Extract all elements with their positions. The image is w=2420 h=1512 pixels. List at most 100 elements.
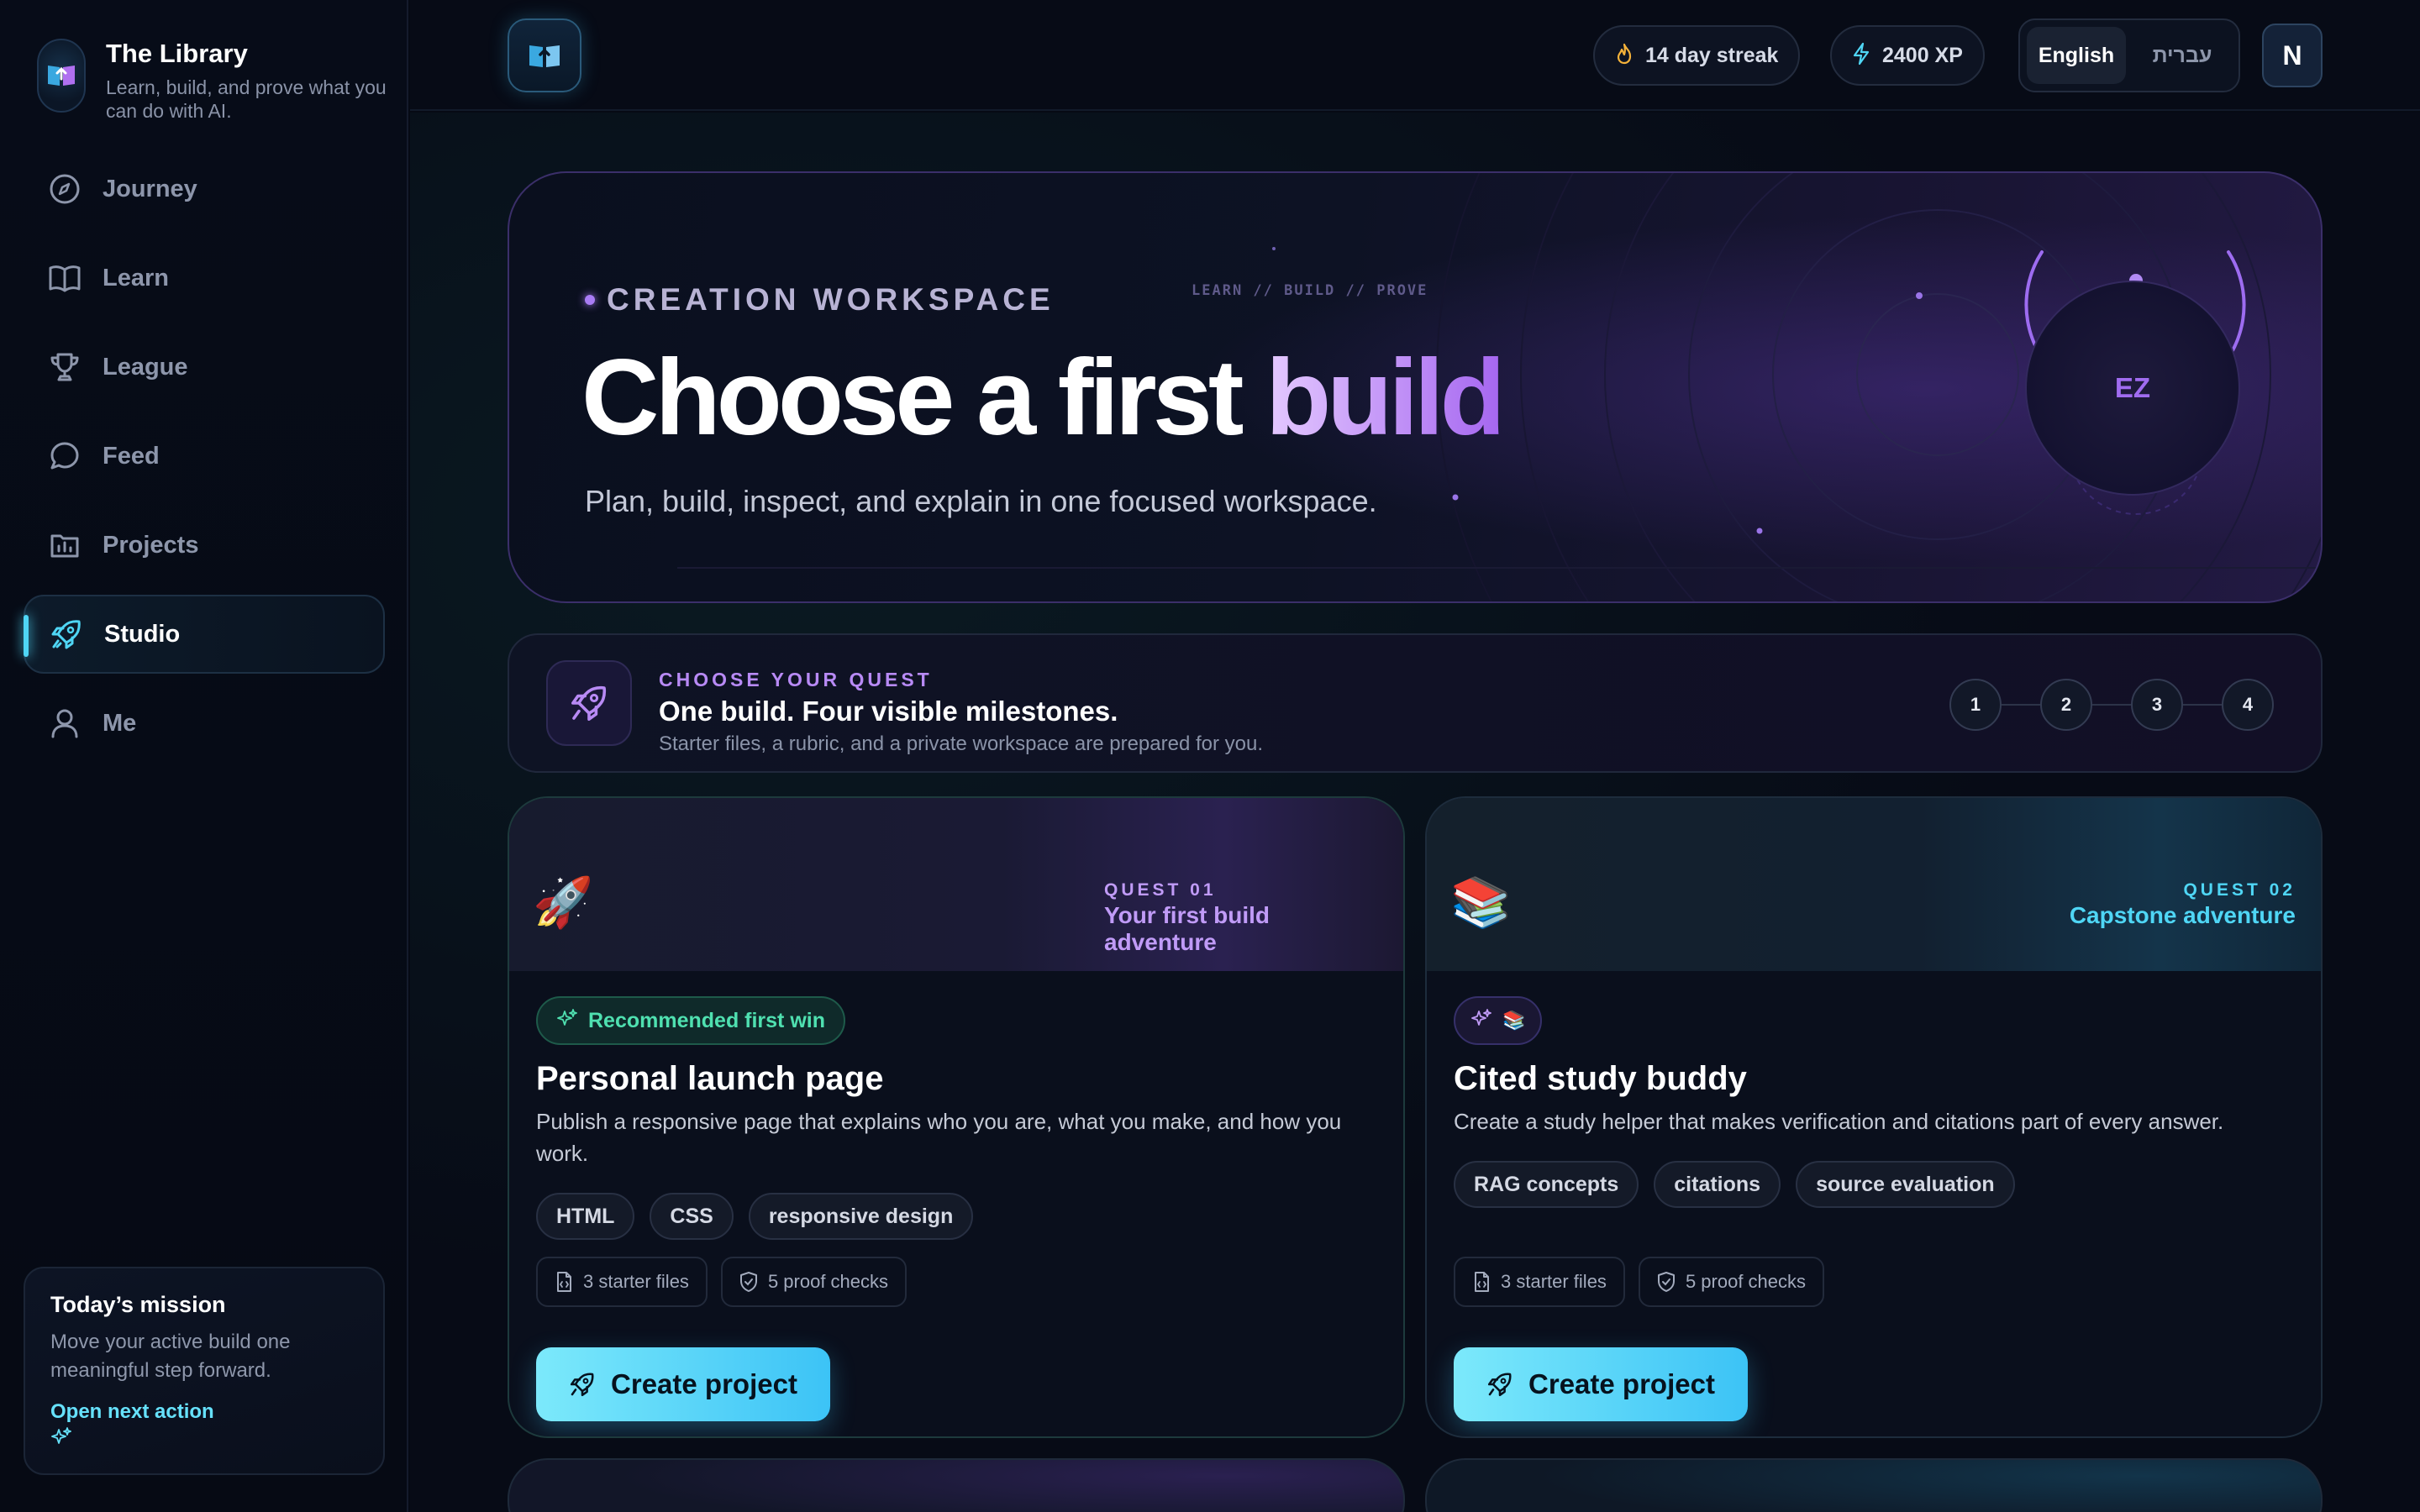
step-connector bbox=[2183, 704, 2222, 706]
milestone-steps: 1 2 3 4 bbox=[1949, 679, 2274, 731]
status-dot-icon bbox=[585, 295, 595, 305]
library-logo-icon bbox=[37, 39, 86, 113]
card-meta: 3 starter files 5 proof checks bbox=[1454, 1257, 1825, 1307]
top-bar: 14 day streak 2400 XP English עברית N bbox=[410, 0, 2420, 111]
rocket-icon bbox=[570, 1373, 594, 1397]
sidebar-item-label: Me bbox=[103, 709, 137, 737]
flame-icon bbox=[1615, 43, 1634, 69]
xp-badge[interactable]: 2400 XP bbox=[1830, 25, 1985, 86]
sidebar-item-league[interactable]: League bbox=[24, 328, 385, 407]
starter-files-label: 3 starter files bbox=[1501, 1271, 1607, 1292]
milestone-step-1: 1 bbox=[1949, 679, 2002, 731]
user-icon bbox=[47, 706, 82, 741]
file-icon bbox=[1475, 1272, 1489, 1292]
starter-files-label: 3 starter files bbox=[583, 1271, 689, 1292]
hero-subtitle: Plan, build, inspect, and explain in one… bbox=[585, 484, 1377, 518]
milestone-step-2: 2 bbox=[2040, 679, 2092, 731]
file-icon bbox=[557, 1272, 571, 1292]
chat-bubble-icon bbox=[47, 438, 82, 474]
folder-chart-icon bbox=[47, 528, 82, 563]
skill-tag: RAG concepts bbox=[1454, 1161, 1639, 1208]
skill-tags: HTML CSS responsive design bbox=[536, 1193, 974, 1240]
sidebar-item-label: Journey bbox=[103, 175, 197, 202]
skill-tag: responsive design bbox=[748, 1193, 974, 1240]
card-title: Cited study buddy bbox=[1454, 1060, 1747, 1097]
sidebar-item-label: Learn bbox=[103, 264, 169, 291]
quest-number: QUEST 01 bbox=[1104, 880, 1217, 900]
skill-tag: CSS bbox=[650, 1193, 734, 1240]
skill-tags: RAG concepts citations source evaluation bbox=[1454, 1161, 2015, 1208]
streak-badge[interactable]: 14 day streak bbox=[1593, 25, 1801, 86]
capstone-badge: 📚 bbox=[1454, 996, 1543, 1045]
sidebar-item-label: Studio bbox=[104, 620, 181, 648]
streak-count: 14 day streak bbox=[1645, 43, 1779, 67]
hero-tagline: LEARN // BUILD // PROVE bbox=[1192, 282, 1428, 299]
books-emoji-icon: 📚 bbox=[1450, 875, 1512, 930]
avatar[interactable]: N bbox=[2262, 24, 2323, 87]
quest-card-preview[interactable] bbox=[1425, 1458, 2323, 1512]
skill-tag: citations bbox=[1654, 1161, 1781, 1208]
sidebar-item-feed[interactable]: Feed bbox=[24, 417, 385, 496]
shield-check-icon bbox=[1657, 1272, 1675, 1292]
trophy-icon bbox=[47, 349, 82, 385]
sidebar-item-me[interactable]: Me bbox=[24, 684, 385, 763]
quest-name: Your first build adventure bbox=[1104, 902, 1270, 955]
proof-checks-chip: 5 proof checks bbox=[1638, 1257, 1825, 1307]
mission-title: Today’s mission bbox=[50, 1292, 226, 1317]
quest-name: Capstone adventure bbox=[2069, 902, 2296, 928]
rocket-icon bbox=[1487, 1373, 1512, 1397]
brand-title: The Library bbox=[106, 39, 248, 68]
step-connector bbox=[2092, 704, 2131, 706]
proof-checks-label: 5 proof checks bbox=[767, 1271, 889, 1292]
language-switcher: English עברית bbox=[2018, 18, 2240, 92]
starter-files-chip: 3 starter files bbox=[1454, 1257, 1625, 1307]
sidebar-nav: Journey Learn League Feed Projects Studi… bbox=[24, 150, 385, 773]
milestone-step-4: 4 bbox=[2222, 679, 2274, 731]
sparkles-icon bbox=[556, 1008, 578, 1034]
language-option-hebrew[interactable]: עברית bbox=[2133, 27, 2232, 84]
sparkles-icon bbox=[1470, 1008, 1492, 1034]
sidebar-item-projects[interactable]: Projects bbox=[24, 506, 385, 585]
compass-icon bbox=[47, 171, 82, 207]
quest-strip-eyebrow: CHOOSE YOUR QUEST bbox=[659, 669, 933, 690]
page-title-accent: build bbox=[1265, 338, 1506, 458]
proof-checks-label: 5 proof checks bbox=[1685, 1271, 1807, 1292]
open-next-action-link[interactable]: Open next action bbox=[50, 1400, 358, 1424]
app-root: The Library Learn, build, and prove what… bbox=[0, 0, 2420, 1512]
sidebar-item-studio[interactable]: Studio bbox=[24, 595, 385, 674]
page-title: Choose a first build bbox=[581, 336, 1506, 459]
main-content: EZ CREATION WORKSPACE LEARN // BUILD // … bbox=[410, 113, 2420, 1512]
card-header: 🚀 QUEST 01 Your first build adventure bbox=[509, 798, 1403, 971]
xp-count: 2400 XP bbox=[1882, 43, 1963, 67]
quest-card-preview[interactable] bbox=[508, 1458, 1405, 1512]
create-project-button[interactable]: Create project bbox=[1454, 1347, 1748, 1421]
skill-tag: HTML bbox=[536, 1193, 635, 1240]
create-project-label: Create project bbox=[1528, 1368, 1715, 1399]
ez-orb-label: EZ bbox=[2114, 372, 2151, 403]
todays-mission-card: Today’s mission Move your active build o… bbox=[24, 1267, 385, 1475]
sidebar-item-journey[interactable]: Journey bbox=[24, 150, 385, 228]
rocket-icon bbox=[546, 660, 632, 746]
quest-strip-subtitle: Starter files, a rubric, and a private w… bbox=[659, 732, 1264, 755]
create-project-button[interactable]: Create project bbox=[536, 1347, 830, 1421]
card-header: 📚 QUEST 02 Capstone adventure bbox=[1427, 798, 2321, 971]
card-meta: 3 starter files 5 proof checks bbox=[536, 1257, 908, 1307]
milestone-step-3: 3 bbox=[2131, 679, 2183, 731]
recommended-badge: Recommended first win bbox=[536, 996, 845, 1045]
hero-banner: EZ CREATION WORKSPACE LEARN // BUILD // … bbox=[508, 171, 2323, 603]
proof-checks-chip: 5 proof checks bbox=[720, 1257, 908, 1307]
shield-check-icon bbox=[739, 1272, 757, 1292]
studio-logo-button[interactable] bbox=[508, 18, 581, 92]
card-title: Personal launch page bbox=[536, 1060, 884, 1097]
sidebar-item-learn[interactable]: Learn bbox=[24, 239, 385, 318]
quest-card-study-buddy: 📚 QUEST 02 Capstone adventure 📚 Cited st… bbox=[1425, 796, 2323, 1438]
language-option-english[interactable]: English bbox=[2027, 27, 2126, 84]
rocket-emoji-icon: 🚀 bbox=[533, 875, 594, 930]
rocket-icon bbox=[49, 617, 84, 652]
book-icon bbox=[47, 260, 82, 296]
hero-eyebrow: CREATION WORKSPACE bbox=[585, 282, 1055, 318]
lightning-icon bbox=[1852, 42, 1870, 70]
brand[interactable]: The Library Learn, build, and prove what… bbox=[37, 39, 392, 123]
badge-label: Recommended first win bbox=[588, 1008, 825, 1032]
sparkles-icon bbox=[50, 1426, 72, 1452]
